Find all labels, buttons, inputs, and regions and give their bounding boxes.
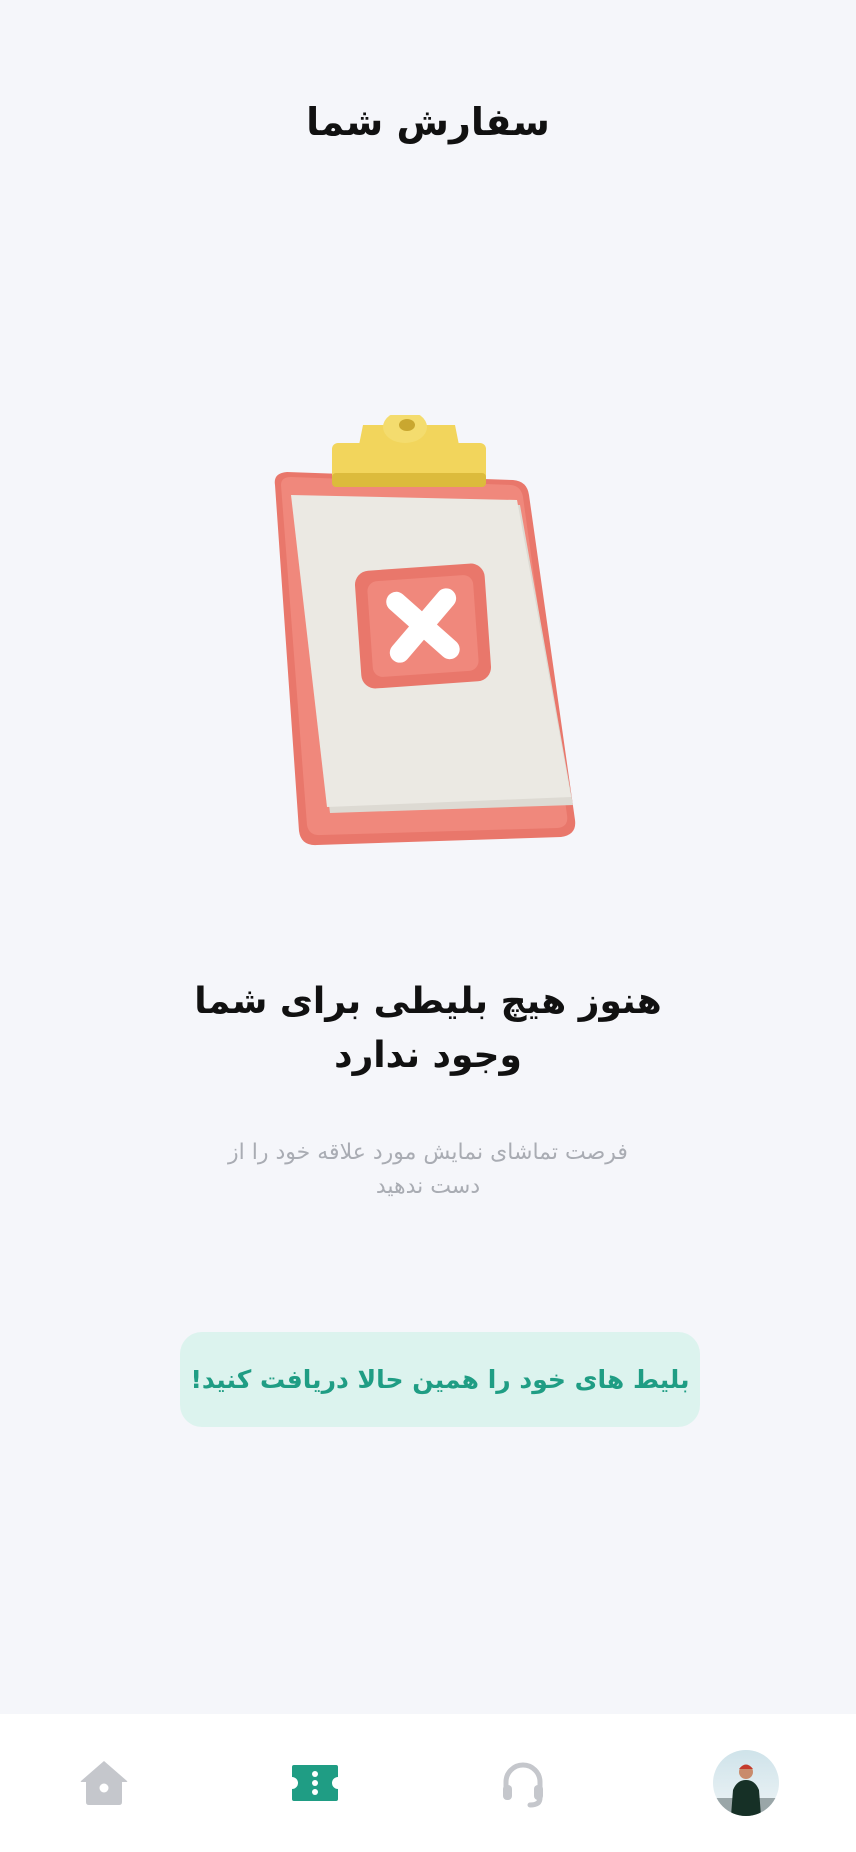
home-icon [78,1758,130,1808]
empty-subtitle-line2: دست ندهید [375,1174,481,1199]
orders-page: سفارش شما هنوز هیچ بلیطی برای شما وجود ن… [0,0,856,1852]
nav-home[interactable] [44,1714,164,1852]
headset-icon [498,1758,548,1808]
empty-subtitle-line1: فرصت تماشای نمایش مورد علاقه خود را از [228,1140,628,1165]
page-title: سفارش شما [306,100,550,144]
empty-heading-line1: هنوز هیچ بلیطی برای شما [194,981,662,1022]
empty-heading-line2: وجود ندارد [334,1035,522,1076]
nav-profile[interactable] [686,1714,806,1852]
ticket-icon [290,1763,340,1803]
bottom-nav [0,1714,856,1852]
avatar [713,1750,779,1816]
empty-state-heading: هنوز هیچ بلیطی برای شما وجود ندارد [180,975,676,1083]
empty-state-subtitle: فرصت تماشای نمایش مورد علاقه خود را از د… [210,1136,646,1204]
get-tickets-button[interactable]: بلیط های خود را همین حالا دریافت کنید! [180,1332,700,1427]
nav-support[interactable] [463,1714,583,1852]
nav-tickets[interactable] [255,1714,375,1852]
clipboard-x-icon [255,411,595,855]
